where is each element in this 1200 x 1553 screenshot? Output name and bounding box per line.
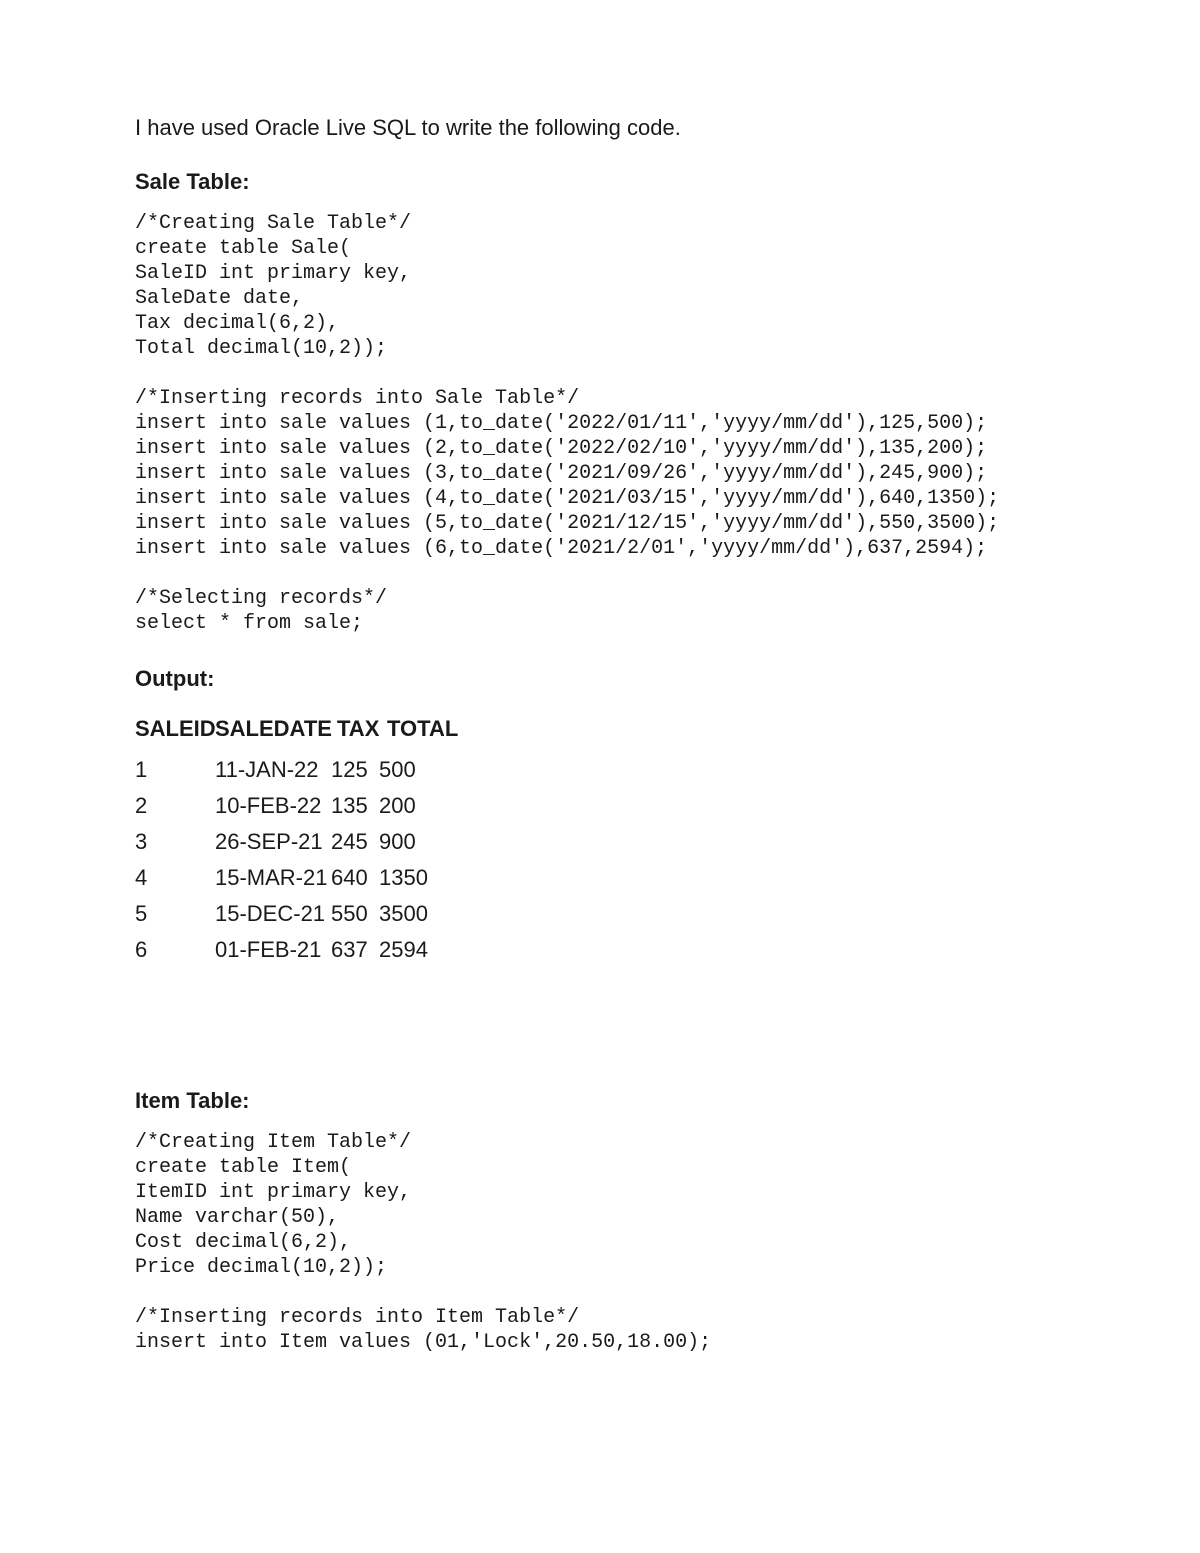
cell-id: 1 [135, 752, 215, 788]
cell-tax: 125 [331, 752, 379, 788]
cell-tax: 640 [331, 860, 379, 896]
table-row: 515-DEC-215503500 [135, 896, 1065, 932]
cell-tax: 135 [331, 788, 379, 824]
table-row: 326-SEP-21245900 [135, 824, 1065, 860]
cell-id: 4 [135, 860, 215, 896]
cell-total: 200 [379, 788, 439, 824]
col-tax: TAX [337, 716, 387, 742]
output-heading: Output: [135, 666, 1065, 692]
cell-total: 900 [379, 824, 439, 860]
spacer [135, 968, 1065, 1088]
document-page: I have used Oracle Live SQL to write the… [0, 0, 1200, 1553]
cell-total: 3500 [379, 896, 439, 932]
cell-tax: 245 [331, 824, 379, 860]
item-table-code: /*Creating Item Table*/ create table Ite… [135, 1130, 1065, 1355]
col-total: TOTAL [387, 716, 458, 742]
sale-table-heading: Sale Table: [135, 169, 1065, 195]
output-table-header: SALEIDSALEDATETAXTOTAL [135, 716, 1065, 742]
cell-date: 15-DEC-21 [215, 896, 331, 932]
cell-total: 1350 [379, 860, 439, 896]
table-row: 415-MAR-216401350 [135, 860, 1065, 896]
cell-tax: 550 [331, 896, 379, 932]
intro-text: I have used Oracle Live SQL to write the… [135, 115, 1065, 141]
col-saleid: SALEID [135, 716, 215, 742]
table-row: 111-JAN-22125500 [135, 752, 1065, 788]
cell-date: 10-FEB-22 [215, 788, 331, 824]
cell-date: 11-JAN-22 [215, 752, 331, 788]
sale-table-code: /*Creating Sale Table*/ create table Sal… [135, 211, 1065, 636]
item-table-heading: Item Table: [135, 1088, 1065, 1114]
cell-date: 26-SEP-21 [215, 824, 331, 860]
cell-total: 2594 [379, 932, 439, 968]
cell-id: 6 [135, 932, 215, 968]
cell-id: 5 [135, 896, 215, 932]
output-table-body: 111-JAN-22125500 210-FEB-22135200 326-SE… [135, 752, 1065, 968]
cell-date: 15-MAR-21 [215, 860, 331, 896]
cell-total: 500 [379, 752, 439, 788]
table-row: 601-FEB-216372594 [135, 932, 1065, 968]
col-saledate: SALEDATE [215, 716, 337, 742]
cell-id: 2 [135, 788, 215, 824]
cell-id: 3 [135, 824, 215, 860]
cell-date: 01-FEB-21 [215, 932, 331, 968]
table-row: 210-FEB-22135200 [135, 788, 1065, 824]
cell-tax: 637 [331, 932, 379, 968]
